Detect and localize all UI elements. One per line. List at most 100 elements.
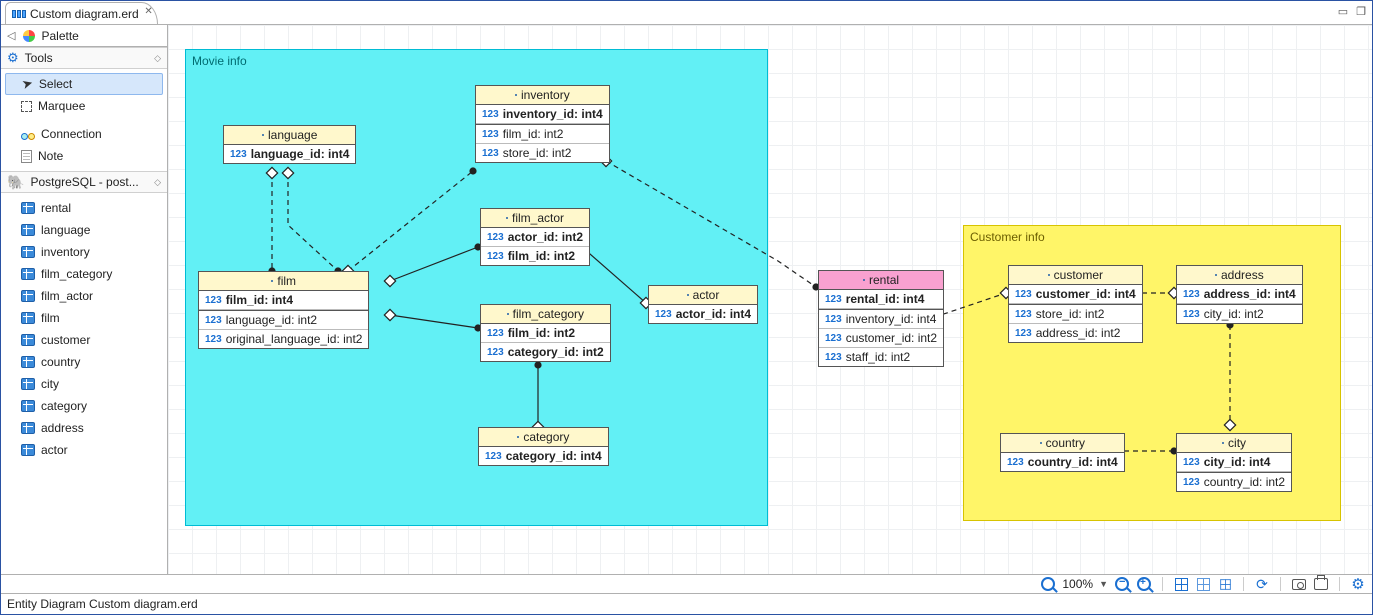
- column-language_id[interactable]: 123language_id: int4: [224, 145, 355, 163]
- column-film_id[interactable]: 123film_id: int2: [481, 247, 589, 265]
- column-store_id[interactable]: 123store_id: int2: [1009, 304, 1142, 324]
- entity-customer[interactable]: customer123customer_id: int4123store_id:…: [1008, 265, 1143, 343]
- column-film_id[interactable]: 123film_id: int2: [476, 124, 609, 144]
- entity-address[interactable]: address123address_id: int4123city_id: in…: [1176, 265, 1303, 324]
- entity-rental[interactable]: rental123rental_id: int4123inventory_id:…: [818, 270, 944, 367]
- table-item-category[interactable]: category: [1, 395, 167, 417]
- table-item-film[interactable]: film: [1, 307, 167, 329]
- layout-button-2[interactable]: [1195, 576, 1211, 592]
- entity-header[interactable]: category: [479, 428, 608, 447]
- tool-marquee[interactable]: Marquee: [1, 95, 167, 117]
- column-language_id[interactable]: 123language_id: int2: [199, 310, 368, 330]
- entity-actor[interactable]: actor123actor_id: int4: [648, 285, 758, 324]
- table-item-country[interactable]: country: [1, 351, 167, 373]
- datatype-icon: 123: [825, 333, 842, 344]
- gear-icon: ⚙: [7, 50, 19, 66]
- tool-connection[interactable]: Connection: [1, 123, 167, 145]
- entity-header[interactable]: inventory: [476, 86, 609, 105]
- settings-button[interactable]: ⚙: [1350, 576, 1366, 592]
- refresh-button[interactable]: ⟳: [1254, 576, 1270, 592]
- column-actor_id[interactable]: 123actor_id: int2: [481, 228, 589, 247]
- column-rental_id[interactable]: 123rental_id: int4: [819, 290, 943, 309]
- table-item-actor[interactable]: actor: [1, 439, 167, 461]
- entity-header[interactable]: address: [1177, 266, 1302, 285]
- table-item-film_category[interactable]: film_category: [1, 263, 167, 285]
- entity-film[interactable]: film123film_id: int4123language_id: int2…: [198, 271, 369, 349]
- table-item-customer[interactable]: customer: [1, 329, 167, 351]
- entity-language[interactable]: language123language_id: int4: [223, 125, 356, 164]
- column-store_id[interactable]: 123store_id: int2: [476, 144, 609, 162]
- minimize-button[interactable]: ▭: [1338, 5, 1348, 18]
- screenshot-button[interactable]: [1291, 576, 1307, 592]
- entity-country[interactable]: country123country_id: int4: [1000, 433, 1125, 472]
- tool-select[interactable]: ➤ Select: [5, 73, 163, 95]
- column-country_id[interactable]: 123country_id: int2: [1177, 472, 1291, 491]
- entity-city[interactable]: city123city_id: int4123country_id: int2: [1176, 433, 1292, 492]
- entity-header[interactable]: language: [224, 126, 355, 145]
- zoom-level[interactable]: 100%: [1062, 577, 1093, 591]
- column-inventory_id[interactable]: 123inventory_id: int4: [819, 309, 943, 329]
- column-address_id[interactable]: 123address_id: int2: [1009, 324, 1142, 342]
- entity-header[interactable]: city: [1177, 434, 1291, 453]
- zoom-out-button[interactable]: [1114, 576, 1130, 592]
- entity-header[interactable]: film: [199, 272, 368, 291]
- column-city_id[interactable]: 123city_id: int4: [1177, 453, 1291, 472]
- column-customer_id[interactable]: 123customer_id: int2: [819, 329, 943, 348]
- entity-header[interactable]: film_actor: [481, 209, 589, 228]
- column-category_id[interactable]: 123category_id: int4: [479, 447, 608, 465]
- entity-header[interactable]: rental: [819, 271, 943, 290]
- table-item-address[interactable]: address: [1, 417, 167, 439]
- column-customer_id[interactable]: 123customer_id: int4: [1009, 285, 1142, 304]
- datatype-icon: 123: [205, 295, 222, 306]
- layout-button-3[interactable]: [1217, 576, 1233, 592]
- datatype-icon: 123: [1183, 309, 1200, 320]
- column-inventory_id[interactable]: 123inventory_id: int4: [476, 105, 609, 124]
- main-area: ◁ Palette ⚙ Tools ◇ ➤ Select Marquee Con…: [1, 25, 1372, 574]
- column-actor_id[interactable]: 123actor_id: int4: [649, 305, 757, 323]
- column-category_id[interactable]: 123category_id: int2: [481, 343, 610, 361]
- tools-drawer[interactable]: ⚙ Tools ◇: [1, 47, 167, 69]
- chevron-icon: ◇: [154, 177, 161, 188]
- table-item-film_actor[interactable]: film_actor: [1, 285, 167, 307]
- table-item-city[interactable]: city: [1, 373, 167, 395]
- column-original_language_id[interactable]: 123original_language_id: int2: [199, 330, 368, 348]
- table-icon: [262, 134, 264, 136]
- entity-header[interactable]: country: [1001, 434, 1124, 453]
- zoom-fit-button[interactable]: [1040, 576, 1056, 592]
- table-icon: [21, 422, 35, 434]
- entity-film_category[interactable]: film_category123film_id: int2123category…: [480, 304, 611, 362]
- column-film_id[interactable]: 123film_id: int2: [481, 324, 610, 343]
- column-address_id[interactable]: 123address_id: int4: [1177, 285, 1302, 304]
- print-button[interactable]: [1313, 576, 1329, 592]
- palette-title: Palette: [41, 29, 78, 43]
- table-item-language[interactable]: language: [1, 219, 167, 241]
- tool-note[interactable]: Note: [1, 145, 167, 167]
- maximize-button[interactable]: ❐: [1356, 5, 1366, 18]
- tab-custom-diagram[interactable]: Custom diagram.erd ✕: [5, 2, 158, 24]
- zoom-dropdown-icon[interactable]: ▼: [1099, 579, 1108, 589]
- palette-panel: ◁ Palette ⚙ Tools ◇ ➤ Select Marquee Con…: [1, 25, 168, 574]
- column-film_id[interactable]: 123film_id: int4: [199, 291, 368, 310]
- column-staff_id[interactable]: 123staff_id: int2: [819, 348, 943, 366]
- db-drawer[interactable]: 🐘 PostgreSQL - post... ◇: [1, 171, 167, 193]
- diagram-canvas[interactable]: Movie info Customer info: [168, 25, 1372, 574]
- column-city_id[interactable]: 123city_id: int2: [1177, 304, 1302, 323]
- entity-category[interactable]: category123category_id: int4: [478, 427, 609, 466]
- datatype-icon: 123: [487, 328, 504, 339]
- back-icon[interactable]: ◁: [5, 29, 17, 42]
- datatype-icon: 123: [487, 347, 504, 358]
- erd-icon: [12, 10, 26, 18]
- entity-header[interactable]: actor: [649, 286, 757, 305]
- db-label: PostgreSQL - post...: [30, 175, 138, 189]
- entity-inventory[interactable]: inventory123inventory_id: int4123film_id…: [475, 85, 610, 163]
- layout-button-1[interactable]: [1173, 576, 1189, 592]
- entity-header[interactable]: film_category: [481, 305, 610, 324]
- entity-header[interactable]: customer: [1009, 266, 1142, 285]
- column-country_id[interactable]: 123country_id: int4: [1001, 453, 1124, 471]
- close-icon[interactable]: ✕: [144, 6, 152, 17]
- table-item-rental[interactable]: rental: [1, 197, 167, 219]
- datatype-icon: 123: [205, 315, 222, 326]
- table-item-inventory[interactable]: inventory: [1, 241, 167, 263]
- zoom-in-button[interactable]: [1136, 576, 1152, 592]
- entity-film_actor[interactable]: film_actor123actor_id: int2123film_id: i…: [480, 208, 590, 266]
